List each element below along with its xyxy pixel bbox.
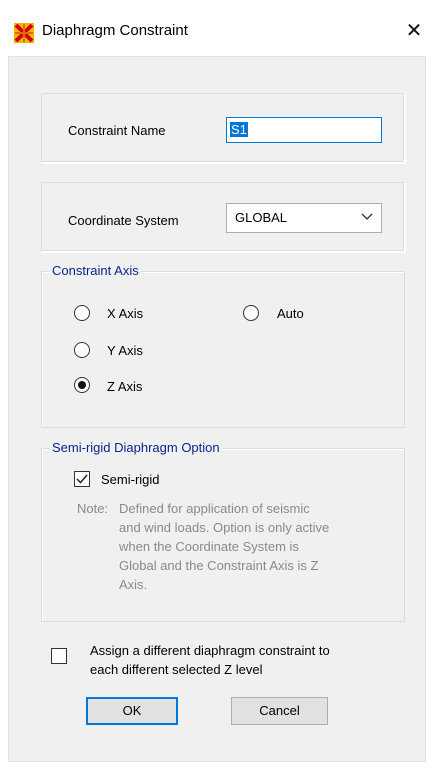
constraint-axis-legend: Constraint Axis	[50, 263, 141, 278]
constraint-name-input[interactable]: S1	[226, 117, 382, 143]
close-button[interactable]: ✕	[402, 18, 426, 42]
constraint-name-label: Constraint Name	[68, 123, 166, 138]
assign-different-label[interactable]: Assign a different diaphragm constraint …	[90, 641, 330, 679]
z-axis-radio[interactable]	[74, 377, 90, 393]
auto-label[interactable]: Auto	[277, 306, 304, 321]
app-icon	[14, 23, 34, 43]
ok-button[interactable]: OK	[86, 697, 178, 725]
note-line: Global and the Constraint Axis is Z	[119, 558, 319, 573]
assign-line: each different selected Z level	[90, 662, 263, 677]
close-icon: ✕	[405, 18, 423, 42]
title-bar: Diaphragm Constraint ✕	[0, 0, 433, 56]
window-title: Diaphragm Constraint	[42, 22, 188, 39]
cancel-button[interactable]: Cancel	[231, 697, 328, 725]
coordinate-system-select[interactable]: GLOBAL	[226, 203, 382, 233]
note-prefix: Note:	[77, 501, 109, 516]
note-line: when the Coordinate System is	[119, 539, 299, 554]
constraint-name-value: S1	[230, 122, 248, 137]
semi-rigid-checkbox[interactable]	[74, 471, 90, 487]
note-text: Defined for application of seismic and w…	[119, 499, 399, 594]
assign-different-checkbox[interactable]	[51, 648, 67, 664]
note-line: Axis.	[119, 577, 148, 592]
auto-radio[interactable]	[243, 305, 259, 321]
y-axis-label[interactable]: Y Axis	[107, 343, 143, 358]
dialog-body: Constraint Name S1 Coordinate System GLO…	[8, 56, 426, 762]
note-line: Defined for application of seismic	[119, 501, 310, 516]
semi-rigid-label[interactable]: Semi-rigid	[101, 472, 160, 487]
z-axis-label[interactable]: Z Axis	[107, 379, 142, 394]
x-axis-label[interactable]: X Axis	[107, 306, 143, 321]
y-axis-radio[interactable]	[74, 342, 90, 358]
checkmark-icon	[76, 474, 88, 484]
semi-rigid-legend: Semi-rigid Diaphragm Option	[50, 440, 222, 455]
assign-line: Assign a different diaphragm constraint …	[90, 643, 330, 658]
x-axis-radio[interactable]	[74, 305, 90, 321]
coordinate-system-label: Coordinate System	[68, 213, 179, 228]
coordinate-system-value: GLOBAL	[235, 210, 288, 225]
constraint-axis-group	[41, 271, 405, 428]
chevron-down-icon	[361, 213, 373, 220]
note-line: and wind loads. Option is only active	[119, 520, 330, 535]
